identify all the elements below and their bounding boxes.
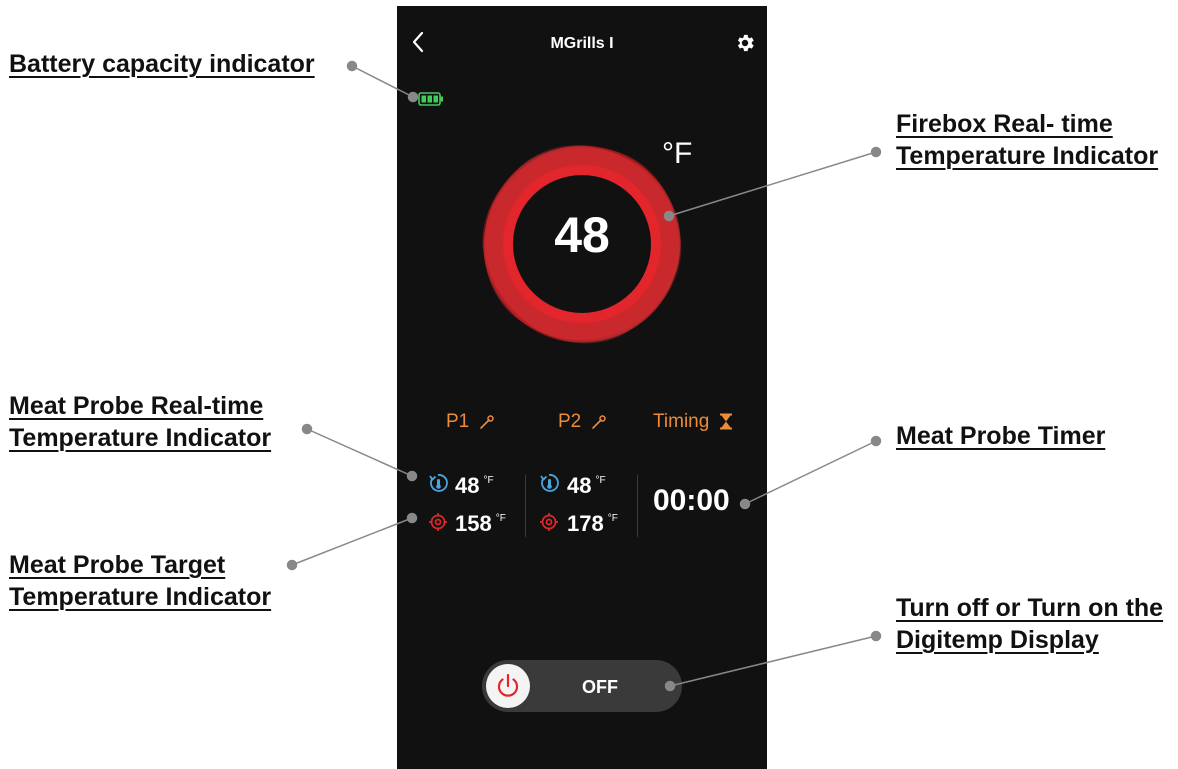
p2-target-reading[interactable]: 178 °F <box>567 511 618 537</box>
timer-divider <box>637 475 638 537</box>
callout-display-toggle-line-1: Turn off or Turn on the <box>896 594 1164 622</box>
p2-target-value: 178 <box>567 511 604 536</box>
timing-label: Timing <box>653 411 710 432</box>
callout-probe-real-time-line-2: Temperature Indicator <box>9 424 272 452</box>
battery-segment <box>433 95 438 103</box>
thermometer-probe-icon <box>479 415 494 429</box>
real-time-thermometer-icon <box>540 474 559 492</box>
p1-real-time-reading: 48 °F <box>455 473 494 499</box>
battery-level-fill <box>421 95 438 103</box>
callout-probe-target-line-2: Temperature Indicator <box>9 583 272 611</box>
p1-real-time-unit: °F <box>483 475 494 486</box>
toggle-knob[interactable] <box>486 664 530 708</box>
probe-timer-value[interactable]: 00:00 <box>653 484 730 518</box>
callout-probe-timer-line-1: Meat Probe Timer <box>896 422 1106 450</box>
battery-icon <box>418 92 443 106</box>
callout-battery-capacity: Battery capacity indicator <box>9 48 315 80</box>
p1-label: P1 <box>446 411 470 432</box>
temperature-unit[interactable]: °F <box>662 137 692 171</box>
gear-icon[interactable] <box>734 32 756 54</box>
leader-dot <box>870 435 882 447</box>
firebox-temperature-value: 48 <box>554 207 610 263</box>
target-icon <box>540 513 558 531</box>
p2-label: P2 <box>558 411 582 432</box>
callout-probe-timer: Meat Probe Timer <box>896 420 1105 452</box>
tab-timing[interactable]: Timing <box>653 411 733 433</box>
leader-dot <box>346 60 358 72</box>
leader-dot <box>870 630 882 642</box>
battery-segment <box>421 95 426 103</box>
callout-firebox-line-2: Temperature Indicator <box>896 142 1159 170</box>
p1-target-value: 158 <box>455 511 492 536</box>
callout-firebox-temperature: Firebox Real- time Temperature Indicator <box>896 108 1158 172</box>
p1-target-reading[interactable]: 158 °F <box>455 511 506 537</box>
power-icon <box>497 673 519 697</box>
leader-dot <box>301 423 313 435</box>
callout-probe-target: Meat Probe Target Temperature Indicator <box>9 549 271 613</box>
page-title: MGrills I <box>550 35 614 52</box>
phone-screen: MGrills I °F 48 P1 P2 Timing 48 °F 158 °… <box>397 6 767 769</box>
battery-segment <box>427 95 432 103</box>
tab-p1[interactable]: P1 <box>446 411 495 433</box>
p2-real-time-unit: °F <box>595 475 606 486</box>
callout-display-toggle-line-2: Digitemp Display <box>896 626 1099 654</box>
p1-target-unit: °F <box>495 513 506 524</box>
callout-display-toggle: Turn off or Turn on the Digitemp Display <box>896 592 1163 656</box>
callout-firebox-line-1: Firebox Real- time <box>896 110 1113 138</box>
callout-probe-real-time-line-1: Meat Probe Real-time <box>9 392 264 420</box>
tab-p2[interactable]: P2 <box>558 411 607 433</box>
p2-real-time-reading: 48 °F <box>567 473 606 499</box>
callout-probe-target-line-1: Meat Probe Target <box>9 551 226 579</box>
real-time-thermometer-icon <box>429 474 448 492</box>
probe-divider <box>525 475 526 537</box>
leader-dot <box>870 146 882 158</box>
callout-battery-line-1: Battery capacity indicator <box>9 50 315 78</box>
leader-dot <box>286 559 298 571</box>
p2-target-unit: °F <box>607 513 618 524</box>
thermometer-probe-icon <box>591 415 606 429</box>
hourglass-icon <box>719 413 732 430</box>
display-toggle-label: OFF <box>582 677 618 697</box>
leader-probe-target <box>291 517 413 566</box>
callout-probe-real-time: Meat Probe Real-time Temperature Indicat… <box>9 390 271 454</box>
p1-real-time-value: 48 <box>455 473 480 498</box>
target-icon <box>429 513 447 531</box>
p2-real-time-value: 48 <box>567 473 592 498</box>
